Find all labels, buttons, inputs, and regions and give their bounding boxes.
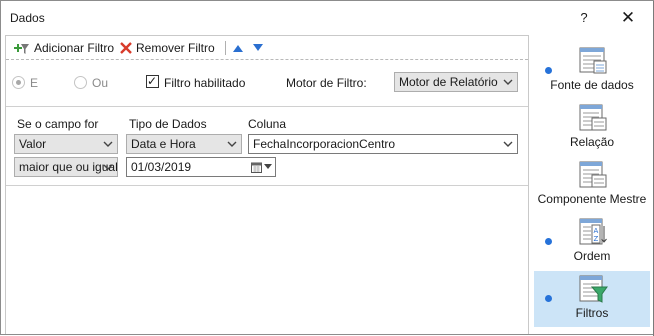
help-button[interactable]: ? <box>571 5 597 31</box>
filter-enabled-checkbox[interactable]: ✓ <box>146 74 159 88</box>
sidebar-item-label: Ordem <box>573 249 611 263</box>
column-header: Coluna <box>248 117 287 131</box>
data-dialog: Dados ? ✕ Adicionar Filtro Remover Filtr… <box>0 0 654 336</box>
chevron-down-icon <box>227 141 237 147</box>
datatype-value: Data e Hora <box>131 137 196 151</box>
svg-text:Z: Z <box>594 235 599 243</box>
check-icon: ✓ <box>147 74 158 88</box>
remove-filter-icon <box>120 42 132 54</box>
sidebar-item-label: Fonte de dados <box>550 78 634 92</box>
move-up-icon[interactable] <box>232 43 244 53</box>
sidebar-item-label: Relação <box>569 135 615 149</box>
field-select[interactable]: Valor <box>14 134 118 154</box>
add-filter-label: Adicionar Filtro <box>34 41 115 55</box>
sidebar-item-relation[interactable]: Relação <box>534 100 650 156</box>
master-component-icon <box>579 161 607 188</box>
datatype-select[interactable]: Data e Hora <box>126 134 242 154</box>
filter-options-row: E Ou ✓ Filtro habilitado Motor de Filtro… <box>6 70 528 96</box>
date-value: 01/03/2019 <box>131 160 192 174</box>
modified-indicator <box>545 67 552 74</box>
column-select[interactable]: FechaIncorporacionCentro <box>248 134 518 154</box>
sidebar-item-master-component[interactable]: Componente Mestre <box>534 157 650 213</box>
filter-engine-label: Motor de Filtro: <box>286 76 367 90</box>
calendar-icon <box>251 162 262 173</box>
relation-icon <box>579 104 607 131</box>
move-down-icon[interactable] <box>252 43 264 53</box>
and-radio-label: E <box>30 76 39 90</box>
or-radio[interactable] <box>74 76 87 89</box>
svg-text:A: A <box>594 227 599 235</box>
operator-select[interactable]: maior que ou igual <box>14 157 118 177</box>
sidebar-item-filters[interactable]: Filtros <box>534 271 650 327</box>
section-sidebar: Fonte de dados Relação Componente Mestre <box>531 35 653 334</box>
sidebar-item-label: Filtros <box>575 306 609 320</box>
date-picker-button[interactable] <box>251 160 273 174</box>
sidebar-item-datasource[interactable]: Fonte de dados <box>534 43 650 99</box>
add-filter-icon <box>14 44 29 54</box>
add-filter-button[interactable]: Adicionar Filtro <box>13 40 114 56</box>
chevron-down-icon <box>503 79 513 85</box>
filter-engine-select[interactable]: Motor de Relatório <box>394 72 518 92</box>
filter-engine-value: Motor de Relatório <box>399 75 498 89</box>
filter-condition: Se o campo for Tipo de Dados Coluna Valo… <box>6 106 528 186</box>
toolbar-separator <box>225 41 226 55</box>
close-button[interactable]: ✕ <box>615 5 641 31</box>
chevron-down-icon <box>503 141 513 147</box>
remove-filter-button[interactable]: Remover Filtro <box>119 40 215 56</box>
chevron-down-icon <box>264 164 272 169</box>
datatype-header: Tipo de Dados <box>129 117 207 131</box>
chevron-down-icon <box>103 164 113 170</box>
or-radio-label: Ou <box>92 76 109 90</box>
sidebar-item-label: Componente Mestre <box>537 192 647 206</box>
modified-indicator <box>545 238 552 245</box>
date-input[interactable]: 01/03/2019 <box>126 157 276 177</box>
chevron-down-icon <box>103 141 113 147</box>
field-header: Se o campo for <box>17 117 99 131</box>
filter-icon <box>579 275 608 303</box>
window-title: Dados <box>10 11 45 25</box>
and-radio[interactable] <box>12 76 25 89</box>
remove-filter-label: Remover Filtro <box>136 41 215 55</box>
title-bar: Dados ? ✕ <box>1 1 653 35</box>
field-value: Valor <box>19 137 47 151</box>
sidebar-item-order[interactable]: A Z Ordem <box>534 214 650 270</box>
filter-toolbar: Adicionar Filtro Remover Filtro <box>6 36 528 60</box>
column-value: FechaIncorporacionCentro <box>253 137 396 151</box>
datasource-icon <box>579 47 607 74</box>
filter-enabled-label: Filtro habilitado <box>164 76 246 90</box>
sort-icon: A Z <box>579 218 607 245</box>
filter-panel: Adicionar Filtro Remover Filtro E Ou ✓ F… <box>5 35 529 334</box>
modified-indicator <box>545 295 552 302</box>
